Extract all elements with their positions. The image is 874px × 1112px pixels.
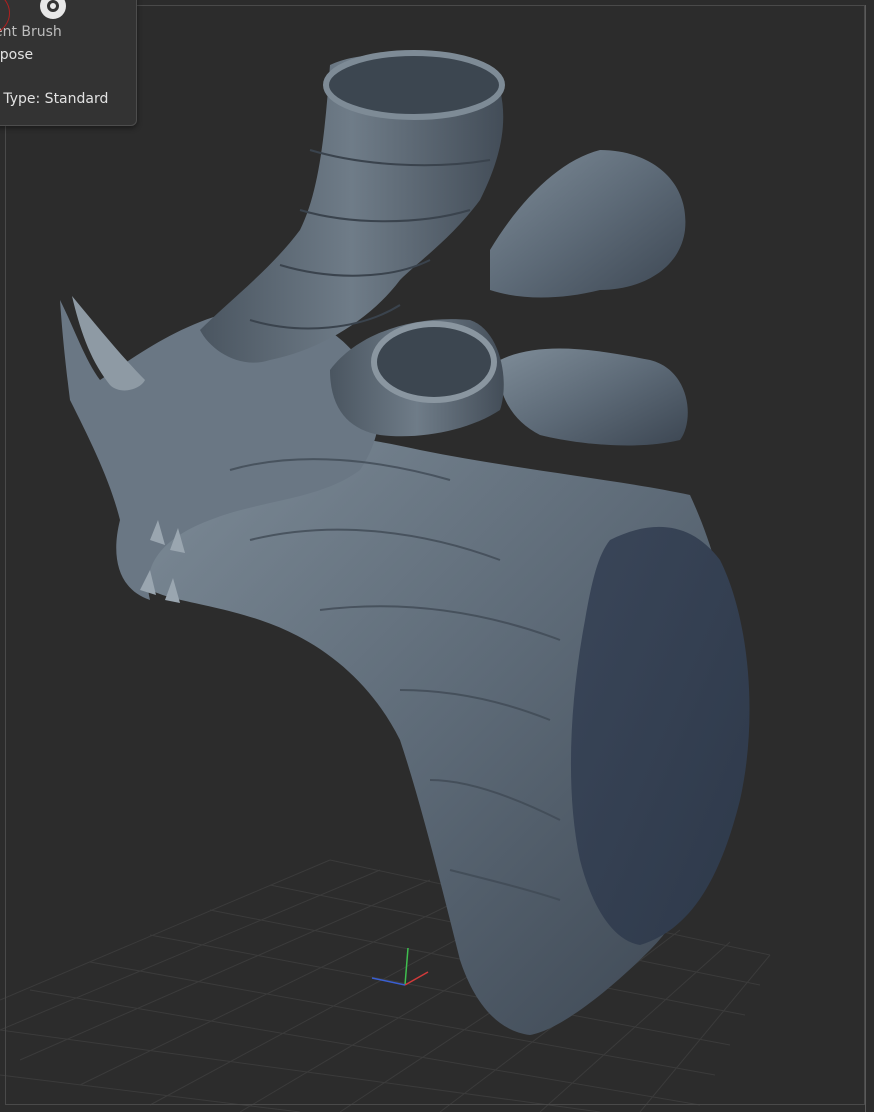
current-brush-label: rrent Brush — [0, 24, 62, 40]
gizmo-y-axis — [404, 947, 409, 986]
3d-viewport[interactable]: rrent Brush anspose se Type: Standard — [0, 0, 874, 1112]
viewport-divider — [865, 5, 866, 1112]
transpose-label: anspose — [0, 47, 34, 63]
gizmo-z-axis — [371, 977, 406, 986]
brush-target-icon — [40, 0, 66, 19]
pose-type-label: se Type: Standard — [0, 91, 109, 107]
gizmo-x-axis — [404, 971, 429, 986]
axis-gizmo — [371, 947, 429, 986]
brush-info-panel: rrent Brush anspose se Type: Standard — [0, 0, 137, 126]
